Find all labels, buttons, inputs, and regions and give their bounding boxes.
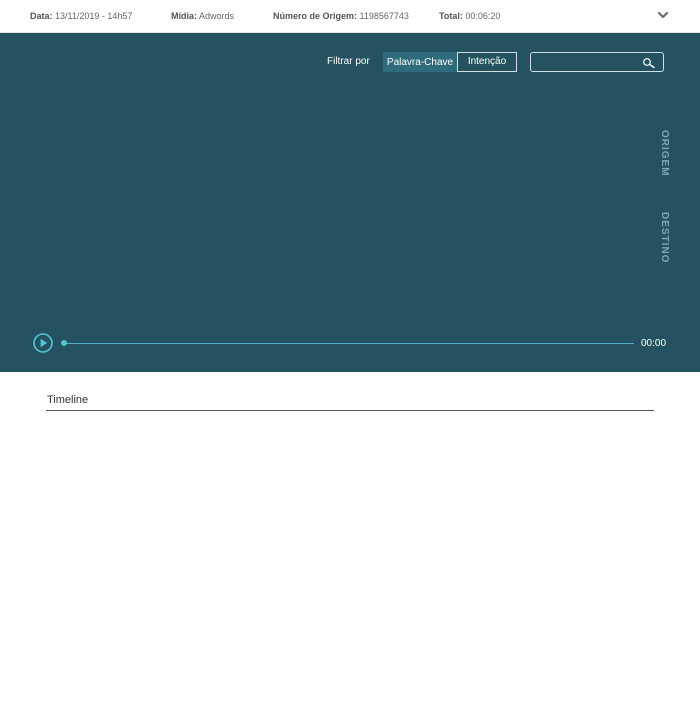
timeline-title: Timeline bbox=[47, 394, 89, 406]
current-time: 00:00 bbox=[641, 338, 667, 349]
total-value: 00:06:20 bbox=[465, 11, 501, 21]
origin-number-label: Número de Origem: bbox=[273, 11, 358, 21]
search-input[interactable] bbox=[535, 54, 639, 72]
media-label: Mídia: bbox=[171, 11, 197, 21]
search-icon[interactable] bbox=[642, 56, 656, 69]
play-icon bbox=[33, 333, 53, 357]
audio-player-panel: Filtrar por Palavra-Chave Intenção ORIGE… bbox=[0, 33, 700, 372]
filter-intent-button[interactable]: Intenção bbox=[457, 52, 517, 72]
date-label: Data: bbox=[30, 11, 53, 21]
media-info: Mídia: Adwords bbox=[171, 11, 234, 21]
date-value: 13/11/2019 - 14h57 bbox=[55, 11, 133, 21]
date-info: Data: 13/11/2019 - 14h57 bbox=[30, 11, 132, 21]
timeline-divider bbox=[46, 410, 654, 411]
progress-track[interactable] bbox=[64, 342, 634, 344]
call-details-header: Data: 13/11/2019 - 14h57 Mídia: Adwords … bbox=[0, 0, 700, 33]
total-info: Total: 00:06:20 bbox=[439, 11, 500, 21]
media-value: Adwords bbox=[199, 11, 235, 21]
progress-handle[interactable] bbox=[61, 340, 67, 346]
total-label: Total: bbox=[439, 11, 463, 21]
destination-channel-label: DESTINO bbox=[659, 212, 670, 264]
origin-number-info: Número de Origem: 1198567743 bbox=[273, 11, 409, 21]
play-button[interactable] bbox=[33, 333, 53, 353]
filter-keyword-button[interactable]: Palavra-Chave bbox=[383, 52, 457, 72]
search-box bbox=[530, 52, 664, 72]
chevron-down-icon[interactable] bbox=[656, 8, 670, 22]
origin-channel-label: ORIGEM bbox=[659, 130, 670, 177]
origin-number-value: 1198567743 bbox=[359, 11, 409, 21]
filter-label: Filtrar por bbox=[327, 56, 370, 67]
